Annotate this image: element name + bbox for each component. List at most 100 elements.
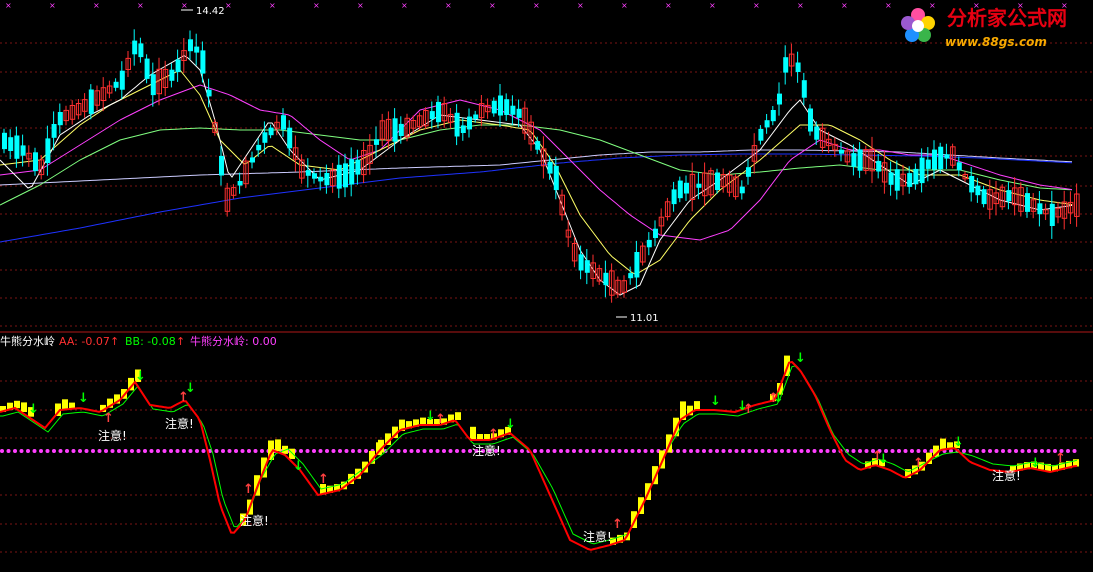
down-arrow-icon: ↓ xyxy=(953,435,964,450)
marker-dot: × xyxy=(93,1,100,10)
up-arrow-icon: ↑ xyxy=(612,517,623,532)
threshold-dot xyxy=(52,449,56,453)
candle-body xyxy=(777,93,782,105)
threshold-dot xyxy=(325,449,329,453)
threshold-dot xyxy=(234,449,238,453)
note-label: 注意! xyxy=(240,513,269,528)
candle-body xyxy=(200,50,206,74)
candle-body xyxy=(932,149,937,170)
threshold-dot xyxy=(643,449,648,453)
threshold-dot xyxy=(617,449,622,453)
threshold-dot xyxy=(806,449,810,453)
threshold-dot xyxy=(429,449,433,453)
threshold-dot xyxy=(559,449,563,453)
threshold-dot xyxy=(188,449,193,453)
threshold-dot xyxy=(260,449,264,453)
candle-body xyxy=(250,157,255,163)
threshold-dot xyxy=(968,449,973,453)
threshold-dot xyxy=(455,449,459,453)
up-arrow-icon: ↑ xyxy=(488,427,499,442)
threshold-dot xyxy=(169,449,173,453)
candle-body xyxy=(888,172,894,185)
threshold-dot xyxy=(630,449,635,453)
candle-body xyxy=(150,74,156,96)
threshold-dot xyxy=(143,449,147,453)
candle-body xyxy=(312,173,317,179)
threshold-dot xyxy=(195,449,199,453)
candle-body xyxy=(944,154,950,159)
up-arrow-icon: ↑ xyxy=(103,411,114,426)
threshold-dot xyxy=(71,449,76,453)
candle-body xyxy=(219,155,224,176)
threshold-dot xyxy=(123,449,128,453)
ma-line xyxy=(0,69,1073,275)
threshold-dot xyxy=(994,449,999,453)
threshold-dot xyxy=(461,449,466,453)
threshold-dot xyxy=(539,449,544,453)
candle-body xyxy=(876,160,882,172)
threshold-dot xyxy=(916,449,921,453)
candle-body xyxy=(349,159,355,185)
threshold-dot xyxy=(84,449,89,453)
down-arrow-icon: ↓ xyxy=(28,402,39,417)
marker-dot: × xyxy=(841,1,848,10)
candle-body xyxy=(194,46,200,53)
threshold-dot xyxy=(767,449,771,453)
candle-body xyxy=(473,114,479,120)
marker-dot: × xyxy=(709,1,716,10)
candle-body xyxy=(956,162,962,171)
candle-body xyxy=(894,169,900,191)
up-arrow-icon: ↑ xyxy=(1055,451,1066,466)
watershed-label: 牛熊分水岭: 0.00 xyxy=(190,334,277,348)
indicator-legend: 牛熊分水岭 AA: -0.07 ↑ BB: -0.08 ↑ 牛熊分水岭: 0.0… xyxy=(0,334,277,348)
threshold-dot xyxy=(403,449,407,453)
candle-body xyxy=(547,161,553,174)
candle-body xyxy=(795,62,801,72)
watershed-threshold-line xyxy=(0,449,1077,453)
candle-body xyxy=(677,180,683,199)
threshold-dot xyxy=(396,449,401,453)
stock-chart: × × × × × × × × × × × × × × × × × × × × × × × × × 14.42 11.01 分析… xyxy=(0,1,1093,553)
threshold-dot xyxy=(78,449,82,453)
threshold-dot xyxy=(734,449,739,453)
candle-body xyxy=(132,40,138,55)
marker-dot: × xyxy=(533,1,540,10)
candle-body xyxy=(88,89,94,114)
candle-body xyxy=(628,273,634,279)
threshold-dot xyxy=(611,449,615,453)
threshold-dot xyxy=(442,449,446,453)
marker-dot: × xyxy=(885,1,892,10)
threshold-dot xyxy=(988,449,992,453)
threshold-dot xyxy=(97,449,102,453)
candle-body xyxy=(287,127,293,149)
candle-body xyxy=(919,157,925,184)
threshold-dot xyxy=(299,449,303,453)
candle-body xyxy=(938,146,944,170)
threshold-dot xyxy=(981,449,986,453)
threshold-dot xyxy=(572,449,576,453)
note-label: 注意! xyxy=(583,529,612,544)
down-arrow-icon: ↓ xyxy=(293,459,304,474)
candle-body xyxy=(696,183,702,188)
marker-dot: × xyxy=(489,1,496,10)
note-label: 注意! xyxy=(992,468,1021,483)
candle-body xyxy=(14,135,20,159)
threshold-dot xyxy=(1014,449,1018,453)
aa-arrow-icon: ↑ xyxy=(110,335,119,348)
down-arrow-icon: ↓ xyxy=(135,369,146,384)
threshold-dot xyxy=(58,449,63,453)
up-arrow-icon: ↑ xyxy=(913,456,924,471)
threshold-dot xyxy=(799,449,804,453)
marker-dot: × xyxy=(313,1,320,10)
threshold-dot xyxy=(533,449,537,453)
threshold-dot xyxy=(721,449,726,453)
threshold-dot xyxy=(182,449,186,453)
candle-body xyxy=(8,137,14,151)
candle-body xyxy=(907,173,913,187)
threshold-dot xyxy=(253,449,258,453)
candle-body xyxy=(1025,193,1030,212)
threshold-dot xyxy=(702,449,706,453)
threshold-dot xyxy=(65,449,69,453)
candle-body xyxy=(851,153,857,167)
threshold-dot xyxy=(435,449,440,453)
